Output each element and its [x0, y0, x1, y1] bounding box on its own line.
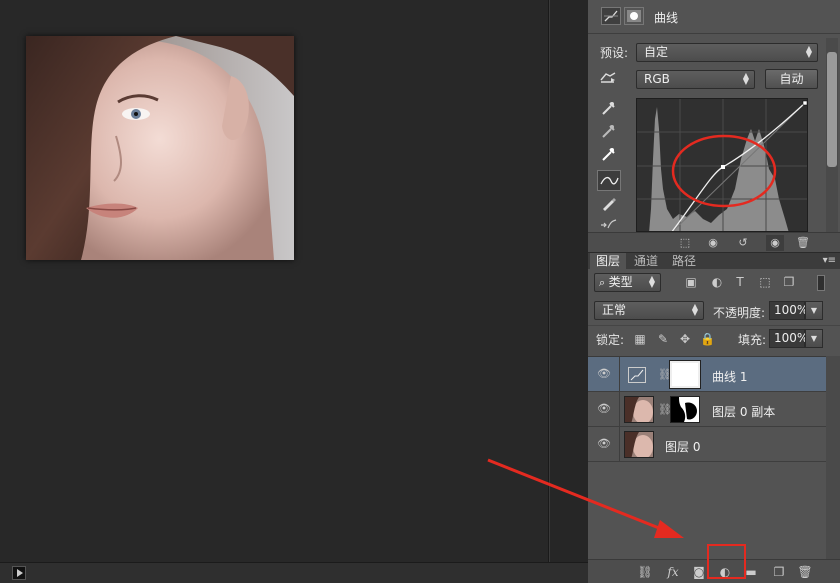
- annotation-arrow: [487, 458, 684, 538]
- annotation-highlight-box: [707, 544, 746, 579]
- photoshop-window: 曲线 预设: 自定 ▲ ▼ RGB ▲ ▼ 自动 ⬚ ◉ ↺ ◉ 🗑 图层 通道…: [0, 0, 840, 583]
